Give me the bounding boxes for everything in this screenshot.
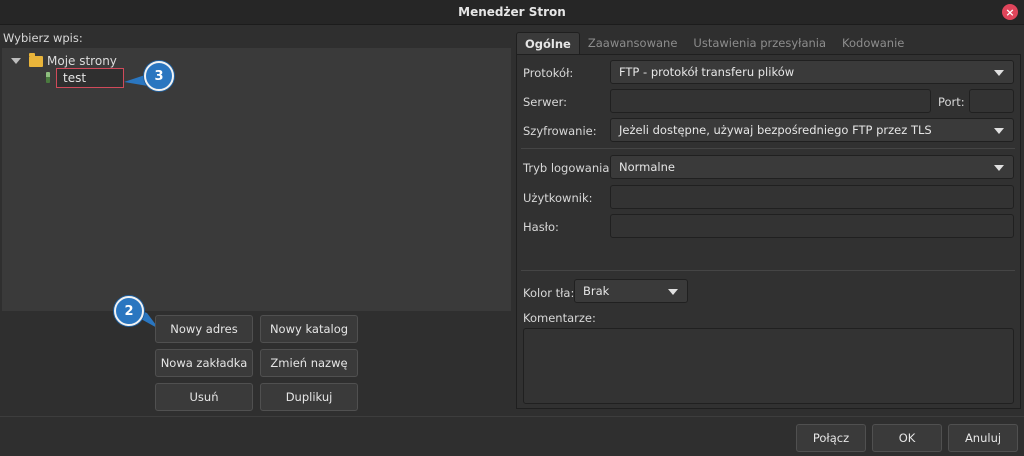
tree-folder-label: Moje strony — [47, 54, 117, 68]
close-icon[interactable]: × — [1002, 4, 1018, 20]
port-input[interactable] — [969, 89, 1014, 113]
tab-transfer-settings[interactable]: Ustawienia przesyłania — [685, 32, 834, 54]
tab-advanced[interactable]: Zaawansowane — [580, 32, 686, 54]
tab-general[interactable]: Ogólne — [516, 32, 580, 54]
site-name-edit-field[interactable]: test — [56, 68, 124, 88]
separator — [521, 270, 1015, 271]
separator — [521, 148, 1015, 149]
password-label: Hasło: — [523, 220, 559, 234]
chevron-down-icon — [994, 70, 1004, 76]
host-label: Serwer: — [523, 95, 567, 109]
user-input[interactable] — [610, 185, 1014, 209]
duplicate-button[interactable]: Duplikuj — [260, 383, 358, 411]
logon-type-value: Normalne — [619, 160, 675, 174]
protocol-label: Protokół: — [523, 66, 574, 80]
ok-button[interactable]: OK — [872, 424, 942, 452]
password-input[interactable] — [610, 214, 1014, 238]
encryption-value: Jeżeli dostępne, używaj bezpośredniego F… — [619, 123, 932, 137]
select-entry-label: Wybierz wpis: — [3, 31, 83, 45]
logon-type-label: Tryb logowania: — [523, 161, 614, 175]
comments-label: Komentarze: — [523, 311, 596, 325]
bg-color-select[interactable]: Brak — [574, 279, 688, 303]
port-label: Port: — [938, 95, 965, 109]
protocol-value: FTP - protokół transferu plików — [619, 65, 795, 79]
tab-charset[interactable]: Kodowanie — [834, 32, 912, 54]
new-bookmark-button[interactable]: Nowa zakładka — [155, 349, 253, 377]
user-label: Użytkownik: — [523, 191, 593, 205]
logon-type-select[interactable]: Normalne — [610, 155, 1014, 179]
host-input[interactable] — [610, 89, 931, 113]
folder-icon — [29, 52, 43, 67]
chevron-down-icon — [668, 289, 678, 295]
encryption-label: Szyfrowanie: — [523, 124, 597, 138]
tree-site-row[interactable] — [46, 69, 50, 85]
new-site-button[interactable]: Nowy adres — [155, 315, 253, 343]
tree-folder-row[interactable]: Moje strony — [11, 52, 117, 69]
rename-button[interactable]: Zmień nazwę — [260, 349, 358, 377]
chevron-down-icon — [994, 165, 1004, 171]
connect-button[interactable]: Połącz — [796, 424, 866, 452]
new-folder-button[interactable]: Nowy katalog — [260, 315, 358, 343]
chevron-down-icon — [994, 128, 1004, 134]
expand-arrow-icon[interactable] — [11, 58, 21, 64]
delete-button[interactable]: Usuń — [155, 383, 253, 411]
comments-textarea[interactable] — [523, 328, 1014, 404]
window-title: Menedżer Stron — [458, 5, 566, 19]
callout-step-2: 2 — [114, 296, 144, 326]
bg-color-value: Brak — [583, 284, 610, 298]
site-icon — [46, 71, 50, 83]
cancel-button[interactable]: Anuluj — [948, 424, 1018, 452]
title-bar: Menedżer Stron × — [0, 0, 1024, 25]
protocol-select[interactable]: FTP - protokół transferu plików — [610, 60, 1014, 84]
encryption-select[interactable]: Jeżeli dostępne, używaj bezpośredniego F… — [610, 118, 1014, 142]
bg-color-label: Kolor tła: — [523, 286, 575, 300]
callout-step-3: 3 — [144, 61, 174, 91]
tab-bar: Ogólne Zaawansowane Ustawienia przesyłan… — [516, 32, 912, 54]
footer-divider — [0, 416, 1024, 417]
